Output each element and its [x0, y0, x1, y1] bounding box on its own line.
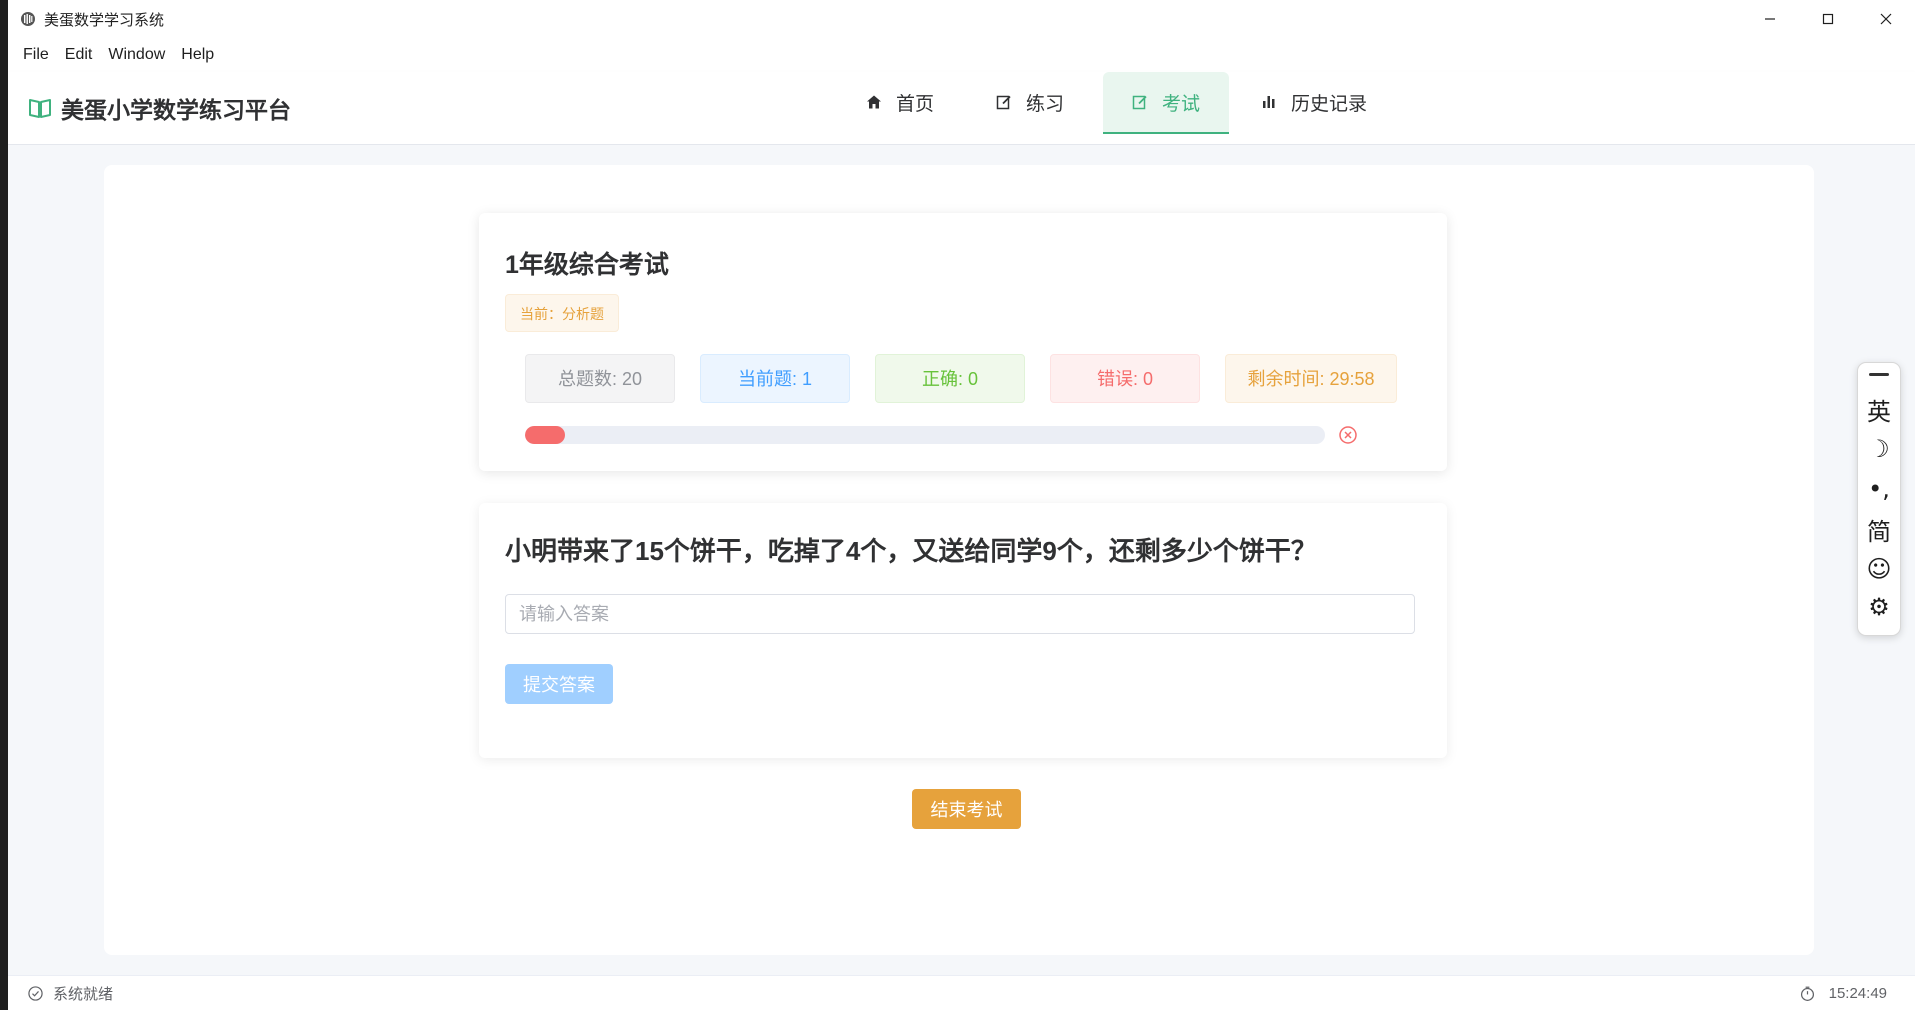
question-type-tag: 当前：分析题 — [505, 294, 619, 332]
ime-language-toggle[interactable]: 英 — [1858, 391, 1900, 427]
nav-home[interactable]: 首页 — [845, 72, 955, 132]
maximize-icon — [1822, 13, 1834, 25]
ime-moon-icon[interactable]: ☽ — [1858, 431, 1900, 467]
window-title: 美蛋数学学习系统 — [44, 11, 165, 29]
nav-exam[interactable]: 考试 — [1103, 72, 1229, 134]
circle-close-icon — [1339, 426, 1357, 444]
stat-wrong: 错误: 0 — [1050, 354, 1200, 403]
nav-practice-label: 练习 — [1025, 93, 1064, 115]
nav-practice[interactable]: 练习 — [975, 72, 1085, 132]
bar-chart-icon — [1262, 96, 1275, 108]
stat-current: 当前题: 1 — [700, 354, 850, 403]
ime-punctuation-toggle[interactable]: •, — [1858, 471, 1900, 507]
status-left: 系统就绪 — [28, 983, 113, 1004]
app-window: 美蛋数学学习系统 File Edit Window Help 美蛋小学数学练习平… — [8, 0, 1915, 1010]
nav-home-label: 首页 — [895, 93, 934, 115]
status-text: 系统就绪 — [53, 986, 114, 1003]
maximize-button[interactable] — [1799, 0, 1857, 38]
home-icon — [866, 95, 881, 109]
question-text: 小明带来了15个饼干，吃掉了4个，又送给同学9个，还剩多少个饼干？ — [505, 536, 1317, 566]
question-card: 小明带来了15个饼干，吃掉了4个，又送给同学9个，还剩多少个饼干？ 提交答案 — [479, 503, 1447, 758]
answer-input[interactable] — [505, 594, 1415, 634]
edit-icon — [1132, 95, 1147, 110]
stat-remaining-time: 剩余时间: 29:58 — [1225, 354, 1397, 403]
app-icon — [21, 12, 35, 26]
minimize-button[interactable] — [1741, 0, 1799, 38]
ime-emoji-icon[interactable]: ☺ — [1858, 551, 1900, 587]
progress-bar — [525, 426, 1325, 444]
status-right: 15:24:49 — [1800, 985, 1887, 1002]
stat-correct: 正确: 0 — [875, 354, 1025, 403]
end-exam-button[interactable]: 结束考试 — [912, 789, 1021, 829]
menu-bar: File Edit Window Help — [8, 38, 1915, 72]
ime-toolbar: 英 ☽ •, 简 ☺ ⚙ — [1857, 362, 1901, 636]
menu-edit[interactable]: Edit — [57, 38, 101, 72]
exam-info-card: 1年级综合考试 当前：分析题 总题数: 20 当前题: 1 正确: 0 错误: … — [479, 213, 1447, 471]
menu-file[interactable]: File — [15, 38, 57, 72]
ime-collapse-icon[interactable] — [1869, 373, 1889, 377]
submit-answer-button[interactable]: 提交答案 — [505, 664, 613, 704]
app-header: 美蛋小学数学练习平台 首页 练习 考试 历史记录 — [8, 72, 1915, 145]
status-bar: 系统就绪 15:24:49 — [8, 975, 1915, 1010]
brand[interactable]: 美蛋小学数学练习平台 — [28, 90, 291, 126]
title-bar: 美蛋数学学习系统 — [8, 0, 1915, 38]
nav-history-label: 历史记录 — [1290, 93, 1367, 115]
minimize-icon — [1765, 18, 1775, 20]
ime-settings-icon[interactable]: ⚙ — [1858, 589, 1900, 625]
book-icon — [29, 99, 51, 118]
clock-icon — [1800, 986, 1814, 1001]
exam-title: 1年级综合考试 — [505, 251, 669, 279]
window-controls — [1741, 0, 1915, 38]
nav-exam-label: 考试 — [1161, 93, 1200, 115]
ime-simplified-toggle[interactable]: 简 — [1858, 511, 1900, 547]
check-circle-icon — [28, 986, 43, 1001]
stat-total: 总题数: 20 — [525, 354, 675, 403]
status-time: 15:24:49 — [1828, 985, 1887, 1002]
brand-title: 美蛋小学数学练习平台 — [61, 97, 291, 123]
close-button[interactable] — [1857, 0, 1915, 38]
menu-window[interactable]: Window — [100, 38, 173, 72]
progress-fill — [525, 426, 565, 444]
menu-help[interactable]: Help — [173, 38, 222, 72]
close-icon — [1880, 13, 1892, 25]
nav-history[interactable]: 历史记录 — [1249, 72, 1379, 132]
edit-icon — [996, 95, 1011, 110]
